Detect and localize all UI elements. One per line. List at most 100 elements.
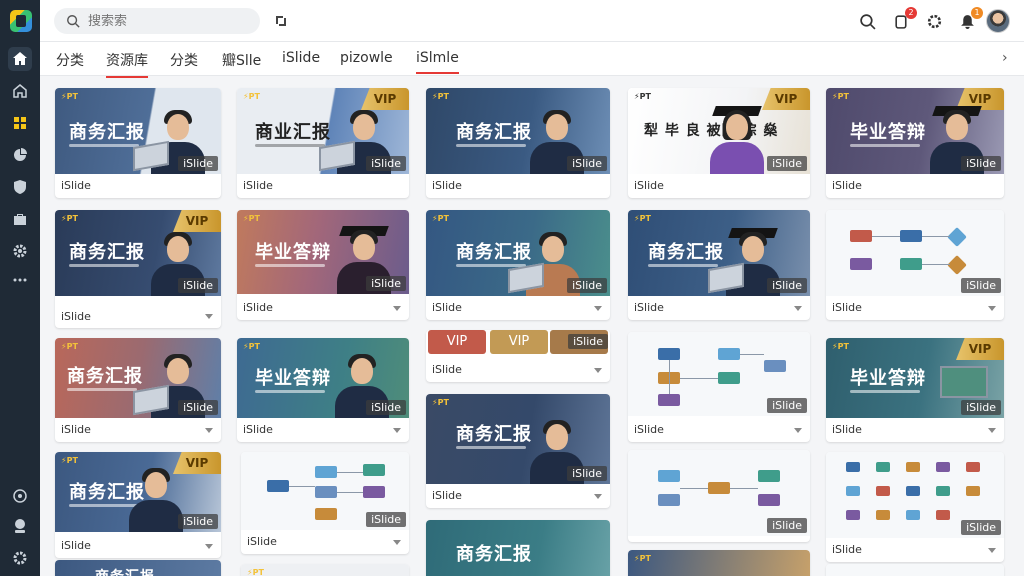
card-title: 毕业答辩 xyxy=(255,242,331,263)
template-card[interactable]: ⚡PT 商务汇报 iSlide iSlide xyxy=(55,88,221,198)
tab-resource-library[interactable]: 资源库 xyxy=(106,50,148,78)
watermark: iSlide xyxy=(767,518,807,533)
card-title: 商务汇报 xyxy=(95,566,155,576)
template-card[interactable]: ⚡PT 毕业答辩 iSlide iSlide xyxy=(237,338,409,442)
expand-icon[interactable] xyxy=(273,13,289,29)
bell-icon[interactable]: 1 xyxy=(957,7,983,31)
chevron-down-icon[interactable] xyxy=(594,494,602,499)
chevron-down-icon[interactable] xyxy=(794,428,802,433)
tab-islide-2[interactable]: iSlide xyxy=(282,50,320,72)
template-card[interactable]: ⚡PT VIP 商务汇报 iSlide iSlide xyxy=(55,452,221,558)
watermark: iSlide xyxy=(567,156,607,171)
app-logo[interactable] xyxy=(10,10,32,32)
template-card[interactable]: ⚡PT 毕业答辩 iSlide iSlide xyxy=(237,210,409,320)
watermark: iSlide xyxy=(767,398,807,413)
template-card[interactable] xyxy=(826,564,1004,576)
template-card[interactable]: ⚡PT 商务汇报 iSlide iSlide xyxy=(426,210,610,320)
watermark: iSlide xyxy=(767,156,807,171)
card-title: 商务汇报 xyxy=(456,122,532,143)
template-card[interactable]: iSlide iSlide xyxy=(826,210,1004,320)
template-card[interactable]: ⚡PT xyxy=(241,564,409,576)
template-card[interactable]: ⚡PT 商务汇报 iSlide iSlide xyxy=(55,338,221,442)
tab-islide-1[interactable]: 瓣Slle xyxy=(222,50,261,76)
card-label: iSlide xyxy=(432,489,462,502)
vip-chip[interactable]: VIP xyxy=(428,330,486,354)
template-card[interactable]: 商务汇报 xyxy=(55,560,221,576)
watermark: iSlide xyxy=(178,400,218,415)
template-card[interactable]: ⚡PT VIP 商业汇报 iSlide iSlide xyxy=(237,88,409,198)
card-label: iSlide xyxy=(61,179,91,192)
home-icon[interactable] xyxy=(8,47,32,71)
template-card[interactable]: ⚡PT VIP 毕业答辩 iSlide iSlide xyxy=(826,338,1004,442)
chevron-down-icon[interactable] xyxy=(988,306,996,311)
watermark: iSlide xyxy=(567,466,607,481)
settings-icon[interactable] xyxy=(8,546,32,570)
card-label: iSlide xyxy=(432,363,462,376)
user-icon[interactable] xyxy=(8,514,32,538)
card-title: 商务汇报 xyxy=(69,242,145,263)
top-bar: 2 1 xyxy=(40,0,1024,42)
chevron-down-icon[interactable] xyxy=(988,548,996,553)
chevron-down-icon[interactable] xyxy=(205,428,213,433)
template-card[interactable]: iSlide iSlide xyxy=(628,332,810,442)
card-title: 毕业答辩 xyxy=(850,368,926,389)
card-label: iSlide xyxy=(832,179,862,192)
watermark: iSlide xyxy=(767,278,807,293)
avatar[interactable] xyxy=(986,9,1010,33)
chat-icon[interactable] xyxy=(8,484,32,508)
template-card[interactable]: iSlide iSlide xyxy=(826,452,1004,562)
more-icon[interactable] xyxy=(8,268,32,292)
gear-icon[interactable] xyxy=(924,11,944,31)
tab-islide-3[interactable]: pizowle xyxy=(340,50,393,72)
chevron-down-icon[interactable] xyxy=(988,428,996,433)
template-card[interactable]: ⚡PT xyxy=(628,550,810,576)
card-label: iSlide xyxy=(832,543,862,556)
tabs-next-arrow[interactable]: › xyxy=(1002,50,1008,66)
watermark: iSlide xyxy=(366,400,406,415)
template-card[interactable]: ⚡PT VIP 毕业答辩 iSlide iSlide xyxy=(826,88,1004,198)
card-label: iSlide xyxy=(634,301,664,314)
tab-category[interactable]: 分类 xyxy=(56,50,84,76)
tab-category-2[interactable]: 分类 xyxy=(170,50,198,76)
template-card[interactable]: ⚡PT 商务汇报 iSlide iSlide xyxy=(426,88,610,198)
bell-badge: 1 xyxy=(971,7,983,19)
pie-chart-icon[interactable] xyxy=(8,143,32,167)
template-card[interactable]: ⚡PT VIP 商务汇报 iSlide iSlide xyxy=(55,210,221,328)
template-card[interactable]: ⚡PT 商务汇报 iSlide iSlide xyxy=(628,210,810,320)
card-title: 商业汇报 xyxy=(255,122,331,143)
chevron-down-icon[interactable] xyxy=(205,544,213,549)
chevron-down-icon[interactable] xyxy=(594,306,602,311)
watermark: iSlide xyxy=(366,156,406,171)
chevron-down-icon[interactable] xyxy=(594,368,602,373)
template-card[interactable]: VIP VIP iSlide iSlide xyxy=(426,330,610,382)
card-label: iSlide xyxy=(243,423,273,436)
search-input[interactable] xyxy=(88,13,238,29)
chevron-down-icon[interactable] xyxy=(205,314,213,319)
grid-icon[interactable] xyxy=(8,111,32,135)
template-card[interactable]: iSlide xyxy=(628,450,810,542)
search-icon[interactable] xyxy=(857,11,877,31)
search-box[interactable] xyxy=(54,8,260,34)
vip-chip[interactable]: VIP xyxy=(490,330,548,354)
template-card[interactable]: 商务汇报 xyxy=(426,520,610,576)
watermark: iSlide xyxy=(366,276,406,291)
template-card[interactable]: ⚡PT VIP 犁 毕 良 被阴 棕 燊 iSlide iSlide xyxy=(628,88,810,198)
card-title: 商务汇报 xyxy=(67,366,143,387)
house-outline-icon[interactable] xyxy=(8,79,32,103)
tab-islide-4[interactable]: iSlmle xyxy=(416,50,459,74)
tab-bar: 分类 资源库 分类 瓣Slle iSlide pizowle iSlmle › xyxy=(40,42,1024,78)
card-label: iSlide xyxy=(61,423,91,436)
template-card[interactable]: iSlide iSlide xyxy=(241,452,409,554)
briefcase-icon[interactable] xyxy=(8,207,32,231)
chevron-down-icon[interactable] xyxy=(794,306,802,311)
template-card[interactable]: ⚡PT 商务汇报 iSlide iSlide xyxy=(426,394,610,508)
card-title: 商务汇报 xyxy=(456,424,532,445)
watermark: iSlide xyxy=(178,278,218,293)
shield-icon[interactable] xyxy=(8,175,32,199)
sidebar xyxy=(0,0,40,576)
chevron-down-icon[interactable] xyxy=(393,428,401,433)
notification-icon[interactable]: 2 xyxy=(891,7,917,31)
gear-icon[interactable] xyxy=(8,239,32,263)
chevron-down-icon[interactable] xyxy=(393,540,401,545)
chevron-down-icon[interactable] xyxy=(393,306,401,311)
